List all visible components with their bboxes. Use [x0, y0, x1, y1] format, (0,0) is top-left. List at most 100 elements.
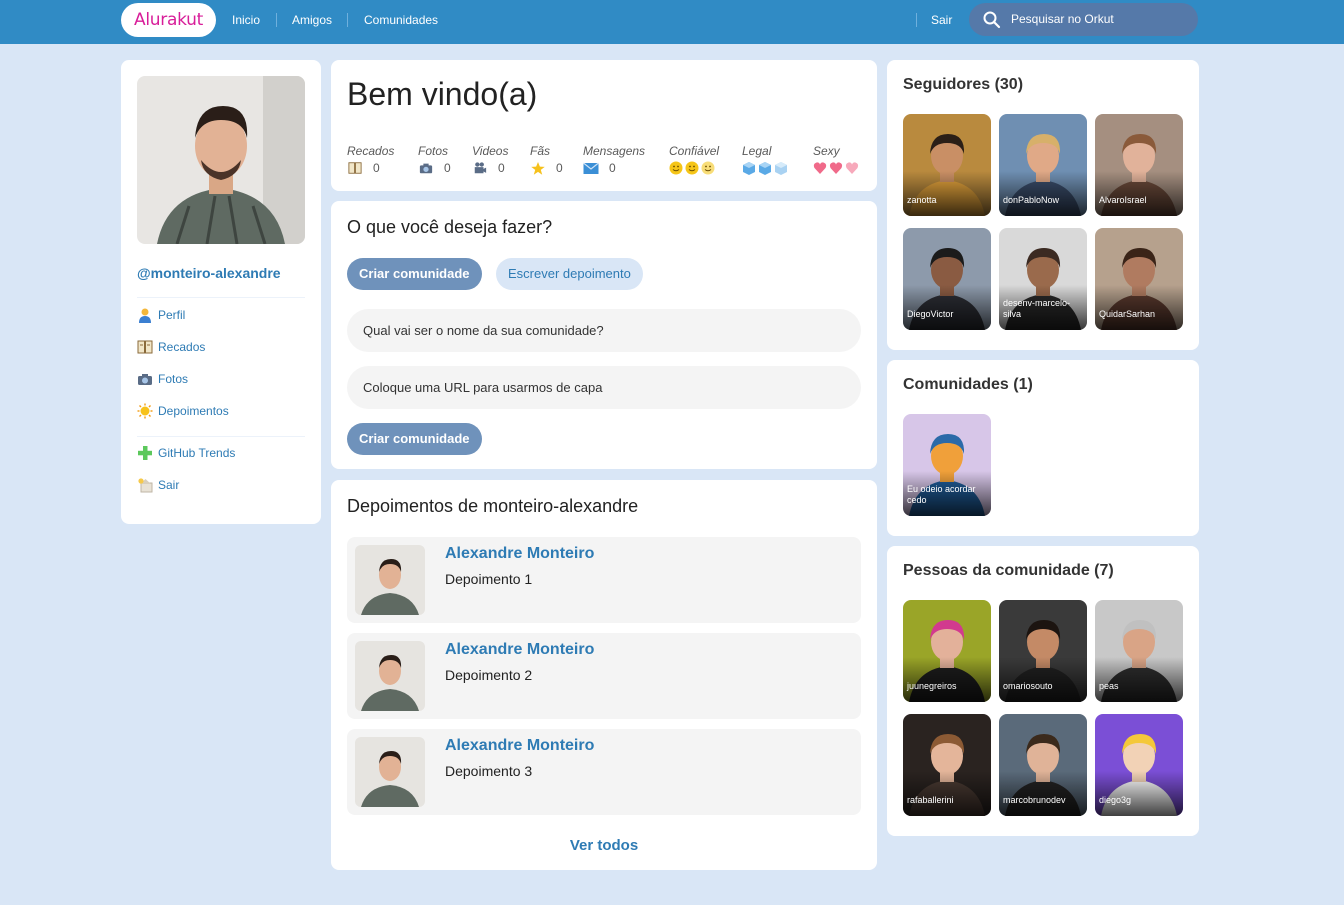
tile-gradient	[903, 285, 991, 330]
community-name-input[interactable]: Qual vai ser o nome da sua comunidade?	[347, 309, 861, 352]
community-member-name: peas	[1099, 681, 1119, 691]
nav-comunidades[interactable]: Comunidades	[364, 0, 438, 40]
heart-icon	[813, 162, 859, 174]
tile-gradient	[999, 771, 1087, 816]
book-icon	[137, 340, 153, 354]
stat-value: 0	[373, 161, 380, 175]
stat-videos: Videos 0	[472, 144, 508, 176]
tile-gradient	[903, 171, 991, 216]
testimonial-item: Alexandre Monteiro Depoimento 3	[347, 729, 861, 815]
submit-create-community-button[interactable]: Criar comunidade	[347, 423, 482, 455]
see-all-testimonials-link[interactable]: Ver todos	[331, 837, 877, 854]
community-member-tile[interactable]: omariosouto	[999, 600, 1087, 702]
tile-gradient	[903, 657, 991, 702]
user-icon	[139, 308, 151, 323]
stat-label: Sexy	[813, 144, 840, 158]
exit-icon	[138, 478, 153, 493]
alurakut-logo[interactable]: Alurakut	[121, 3, 216, 37]
tile-gradient	[999, 657, 1087, 702]
community-people-title: Pessoas da comunidade (7)	[903, 562, 1114, 579]
tile-gradient	[1095, 171, 1183, 216]
create-community-tab-button[interactable]: Criar comunidade	[347, 258, 482, 290]
book-icon	[348, 162, 362, 174]
sidebar-item-label: GitHub Trends	[158, 446, 236, 460]
nav-amigos[interactable]: Amigos	[292, 0, 332, 40]
search-bar[interactable]: Pesquisar no Orkut	[969, 3, 1198, 36]
community-people-box: Pessoas da comunidade (7) juunegreiros om…	[887, 546, 1199, 836]
community-member-tile[interactable]: rafaballerini	[903, 714, 991, 816]
stat-sexy: Sexy	[813, 144, 861, 176]
tile-gradient	[999, 171, 1087, 216]
stat-mensagens: Mensagens 0	[583, 144, 645, 176]
follower-tile[interactable]: desenv-marcelo-silva	[999, 228, 1087, 330]
sidebar-item-label: Sair	[158, 478, 180, 492]
tile-gradient	[1095, 657, 1183, 702]
follower-tile[interactable]: zanotta	[903, 114, 991, 216]
profile-username[interactable]: @monteiro-alexandre	[137, 265, 281, 281]
testimonial-author-avatar[interactable]	[355, 641, 425, 711]
follower-tile[interactable]: donPabloNow	[999, 114, 1087, 216]
testimonial-item: Alexandre Monteiro Depoimento 1	[347, 537, 861, 623]
community-tile[interactable]: Eu odeio acordar cedo	[903, 414, 991, 516]
stat-value: 0	[498, 161, 505, 175]
smiley-icon	[669, 161, 715, 175]
community-member-name: rafaballerini	[907, 795, 954, 805]
video-camera-icon	[474, 162, 487, 174]
section-title: Depoimentos de monteiro-alexandre	[347, 496, 639, 516]
followers-title: Seguidores (30)	[903, 76, 1024, 93]
community-member-tile[interactable]: diego3g	[1095, 714, 1183, 816]
nav-separator	[347, 13, 348, 27]
sidebar-item-label: Depoimentos	[158, 404, 229, 418]
community-member-name: marcobrunodev	[1003, 795, 1066, 805]
stat-fas: Fãs 0	[530, 144, 563, 176]
welcome-card: Bem vindo(a) Recados 0 Fotos 0 Videos 0 …	[331, 60, 877, 191]
profile-sidebar: @monteiro-alexandre Perfil Recados Fotos…	[121, 60, 321, 524]
testimonial-author[interactable]: Alexandre Monteiro	[445, 737, 594, 755]
community-member-tile[interactable]: peas	[1095, 600, 1183, 702]
testimonial-item: Alexandre Monteiro Depoimento 2	[347, 633, 861, 719]
stat-value: 0	[444, 161, 451, 175]
followers-box: Seguidores (30) zanotta donPabloNow Alvaro…	[887, 60, 1199, 350]
follower-name: DiegoVictor	[907, 309, 954, 319]
community-cover-url-input[interactable]: Coloque uma URL para usarmos de capa	[347, 366, 861, 409]
camera-icon	[419, 163, 433, 174]
tile-gradient	[1095, 771, 1183, 816]
write-testimonial-button[interactable]: Escrever depoimento	[496, 258, 643, 290]
follower-tile[interactable]: QuidarSarhan	[1095, 228, 1183, 330]
community-name: Eu odeio acordar cedo	[907, 484, 976, 505]
follower-name: QuidarSarhan	[1099, 309, 1156, 319]
sun-icon	[137, 403, 153, 419]
nav-separator	[916, 13, 917, 27]
stat-confiavel: Confiável	[669, 144, 719, 176]
profile-avatar[interactable]	[137, 76, 305, 244]
actions-card: O que você deseja fazer? Criar comunidad…	[331, 201, 877, 469]
tile-gradient	[903, 771, 991, 816]
testimonials-card: Depoimentos de monteiro-alexandre Alexan…	[331, 480, 877, 870]
testimonial-text: Depoimento 1	[445, 571, 533, 587]
camera-icon	[138, 374, 152, 385]
testimonial-author[interactable]: Alexandre Monteiro	[445, 641, 594, 659]
stat-legal: Legal	[742, 144, 790, 176]
stat-value: 0	[609, 161, 616, 175]
stat-label: Fotos	[418, 144, 449, 158]
divider	[137, 436, 305, 437]
top-navigation-bar: Alurakut Inicio Amigos Comunidades Sair …	[0, 0, 1344, 44]
stat-label: Videos	[472, 144, 509, 158]
ice-cube-icon	[743, 162, 787, 175]
logout-link[interactable]: Sair	[931, 0, 952, 40]
search-input[interactable]: Pesquisar no Orkut	[1011, 3, 1114, 36]
testimonial-author[interactable]: Alexandre Monteiro	[445, 545, 594, 563]
section-title: O que você deseja fazer?	[347, 217, 553, 237]
stat-label: Legal	[742, 144, 772, 158]
nav-inicio[interactable]: Inicio	[232, 0, 260, 40]
testimonial-author-avatar[interactable]	[355, 545, 425, 615]
community-member-tile[interactable]: marcobrunodev	[999, 714, 1087, 816]
follower-tile[interactable]: DiegoVictor	[903, 228, 991, 330]
nav-separator	[276, 13, 277, 27]
stat-label: Fãs	[530, 144, 551, 158]
divider	[137, 297, 305, 298]
follower-tile[interactable]: AlvaroIsrael	[1095, 114, 1183, 216]
community-member-tile[interactable]: juunegreiros	[903, 600, 991, 702]
sidebar-item-label: Perfil	[158, 308, 186, 322]
testimonial-author-avatar[interactable]	[355, 737, 425, 807]
